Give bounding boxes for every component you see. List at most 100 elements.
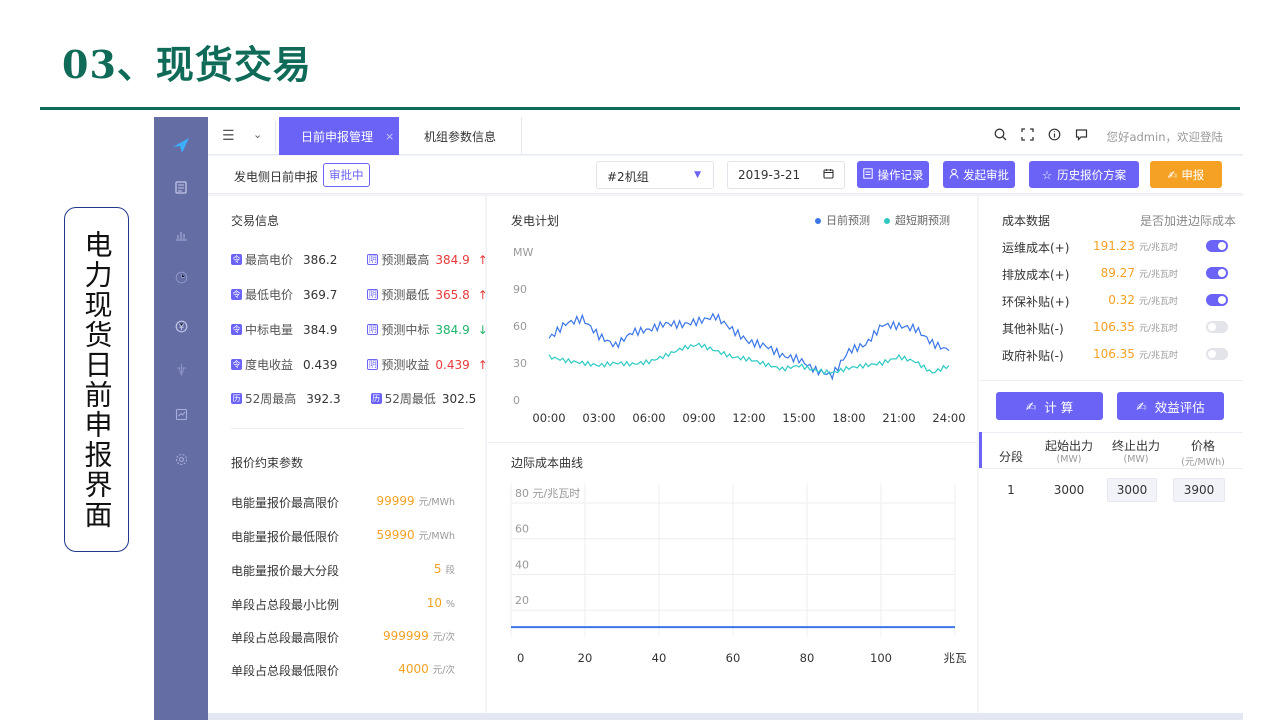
close-icon[interactable]: × bbox=[385, 130, 394, 143]
tower-icon[interactable] bbox=[154, 357, 208, 381]
document-icon[interactable] bbox=[154, 175, 208, 199]
legend-item[interactable]: 日前预测 bbox=[815, 212, 870, 228]
bar-chart-icon[interactable] bbox=[154, 223, 208, 247]
info-icon[interactable] bbox=[1048, 128, 1061, 145]
forecast-icon: 阴 bbox=[367, 359, 379, 370]
tab-unit-params[interactable]: 机组参数信息 bbox=[399, 117, 522, 155]
cost-unit: 元/兆瓦时 bbox=[1138, 351, 1178, 361]
header-label: 价格 bbox=[1190, 439, 1215, 453]
constraint-value: 999999 元/次 bbox=[383, 629, 455, 643]
constraint-value: 4000 元/次 bbox=[398, 662, 455, 676]
cost-row: 其他补贴(-) 106.35 元/兆瓦时 bbox=[1002, 320, 1228, 340]
x-tick-label: 18:00 bbox=[832, 411, 865, 425]
y-tick-label: MW bbox=[513, 246, 533, 259]
price-input[interactable]: 3900 bbox=[1173, 478, 1225, 502]
logo-icon[interactable] bbox=[154, 133, 208, 157]
constraint-value: 59990 元/MWh bbox=[377, 528, 456, 542]
constraint-number: 999999 bbox=[382, 629, 429, 643]
history-quote-button[interactable]: ☆ 历史报价方案 bbox=[1029, 161, 1139, 188]
include-toggle[interactable] bbox=[1206, 348, 1228, 360]
operation-log-button[interactable]: 操作记录 bbox=[857, 161, 929, 188]
y-tick-label: 30 bbox=[513, 357, 527, 370]
section-title-cost-data: 成本数据 bbox=[1002, 214, 1051, 228]
section-title-price-constraints: 报价约束参数 bbox=[231, 456, 304, 470]
chevron-down-icon[interactable]: ⌄ bbox=[253, 128, 262, 141]
x-tick-label: 60 bbox=[726, 651, 741, 665]
week-low-label: 52周最低 bbox=[384, 392, 436, 406]
submit-label: 申报 bbox=[1181, 167, 1205, 182]
toolbar: 发电侧日前申报 审批中 #2机组 ▼ 2019-3-21 操作记录 发起审批 ☆ bbox=[208, 156, 1243, 194]
y-tick-label: 0 bbox=[513, 394, 520, 407]
gear-icon[interactable] bbox=[154, 447, 208, 471]
menu-toggle-icon[interactable]: ☰ bbox=[222, 128, 235, 144]
date-picker[interactable]: 2019-3-21 bbox=[727, 161, 845, 189]
constraint-unit: 元/次 bbox=[432, 665, 455, 676]
initiate-approval-button[interactable]: 发起审批 bbox=[943, 161, 1015, 188]
cost-unit: 元/兆瓦时 bbox=[1138, 324, 1178, 334]
price-icon: 令 bbox=[231, 254, 242, 265]
header-unit: (MW) bbox=[1123, 454, 1149, 465]
end-output-input[interactable]: 3000 bbox=[1107, 478, 1157, 502]
cost-unit: 元/兆瓦时 bbox=[1138, 297, 1178, 307]
week-low-value: 302.5 bbox=[441, 391, 477, 406]
forecast-icon: 阴 bbox=[367, 254, 379, 265]
clock-icon[interactable] bbox=[154, 265, 208, 289]
forecast-value: 365.8 bbox=[435, 287, 470, 302]
unit-select[interactable]: #2机组 ▼ bbox=[596, 161, 714, 189]
fullscreen-icon[interactable] bbox=[1021, 128, 1035, 145]
include-toggle[interactable] bbox=[1206, 267, 1228, 279]
cost-number: 106.35 bbox=[1092, 320, 1135, 334]
cost-value: 89.27 元/兆瓦时 bbox=[1101, 266, 1178, 280]
include-toggle[interactable] bbox=[1206, 240, 1228, 252]
cost-label: 运维成本(+) bbox=[1002, 241, 1070, 255]
calendar-icon bbox=[823, 168, 834, 182]
title-rule bbox=[40, 107, 1240, 110]
divider bbox=[979, 468, 1243, 469]
tab-label: 日前申报管理 bbox=[301, 129, 374, 144]
x-tick-label: 80 bbox=[800, 651, 815, 665]
legend-item[interactable]: 超短期预测 bbox=[884, 212, 950, 228]
constraint-row: 单段占总段最高限价 999999 元/次 bbox=[231, 629, 471, 646]
trade-info-value: 369.7 bbox=[303, 287, 338, 302]
user-greeting[interactable]: 您好admin，欢迎登陆 bbox=[1106, 129, 1223, 145]
trade-info-row: 令 最高电价 386.2 阴 预测最高 384.9 ↑ bbox=[231, 251, 488, 268]
pen-icon: ✍ bbox=[1025, 398, 1037, 414]
x-tick-label: 兆瓦 bbox=[944, 651, 967, 665]
slide-title: 03、现货交易 bbox=[62, 42, 312, 87]
include-toggle[interactable] bbox=[1206, 294, 1228, 306]
cost-number: 0.32 bbox=[1108, 293, 1135, 307]
divider bbox=[275, 121, 276, 151]
evaluate-button[interactable]: ✍ 效益评估 bbox=[1117, 392, 1224, 420]
scroll-track[interactable] bbox=[208, 713, 1243, 720]
cost-number: 89.27 bbox=[1100, 266, 1135, 280]
forecast-icon: 阴 bbox=[367, 324, 379, 335]
x-tick-label: 12:00 bbox=[732, 411, 765, 425]
message-icon[interactable] bbox=[1075, 128, 1088, 145]
include-toggle[interactable] bbox=[1206, 321, 1228, 333]
constraint-unit: 段 bbox=[445, 565, 455, 576]
legend-label: 超短期预测 bbox=[895, 214, 950, 227]
section-title-gen-plan: 发电计划 bbox=[511, 214, 560, 228]
trade-info-row: 令 最低电价 369.7 阴 预测最低 365.8 ↑ bbox=[231, 286, 488, 303]
submit-button[interactable]: ✍ 申报 bbox=[1150, 161, 1222, 188]
middle-panel: 发电计划 日前预测 超短期预测 MW 90 60 30 0 00:00 03:00 06:00… bbox=[487, 196, 977, 720]
calculate-label: 计 算 bbox=[1044, 399, 1074, 415]
cost-row: 排放成本(+) 89.27 元/兆瓦时 bbox=[1002, 266, 1228, 286]
divider bbox=[231, 428, 464, 429]
table-accent-bar bbox=[979, 432, 982, 468]
trade-info-value: 0.439 bbox=[303, 357, 338, 372]
yen-icon[interactable] bbox=[154, 314, 208, 338]
constraint-row: 电能量报价最低限价 59990 元/MWh bbox=[231, 528, 471, 545]
divider bbox=[487, 442, 977, 443]
constraint-number: 99999 bbox=[376, 494, 415, 508]
y-tick-label: 40 bbox=[515, 558, 529, 571]
constraint-number: 4000 bbox=[398, 662, 429, 676]
calculate-button[interactable]: ✍ 计 算 bbox=[996, 392, 1103, 420]
constraint-value: 99999 元/MWh bbox=[377, 494, 456, 508]
search-icon[interactable] bbox=[994, 128, 1007, 145]
trade-info-label: 中标电量 bbox=[245, 323, 294, 337]
tab-day-ahead-declaration[interactable]: 日前申报管理 × bbox=[279, 117, 399, 155]
check-icon[interactable] bbox=[154, 402, 208, 426]
side-label-text: 电力现货日前申报界面 bbox=[80, 229, 114, 530]
constraint-row: 电能量报价最大分段 5段 bbox=[231, 562, 471, 579]
